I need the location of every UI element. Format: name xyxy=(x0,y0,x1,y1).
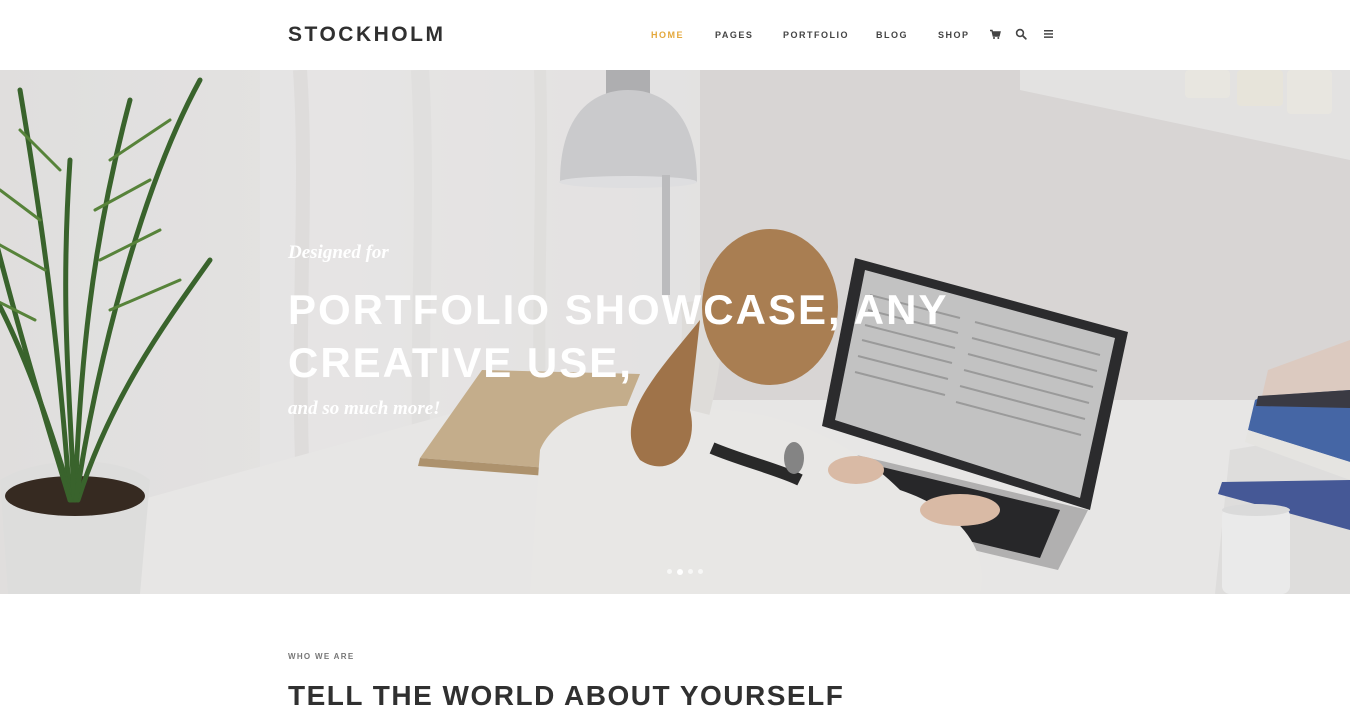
hero-subtitle: and so much more! xyxy=(288,398,441,419)
slider-dot[interactable] xyxy=(698,569,703,574)
nav-blog[interactable]: BLOG xyxy=(876,30,908,40)
site-logo[interactable]: STOCKHOLM xyxy=(288,23,445,47)
nav-portfolio[interactable]: PORTFOLIO xyxy=(783,30,849,40)
menu-icon[interactable] xyxy=(1043,28,1055,40)
hero-slider: Designed for PORTFOLIO SHOWCASE, ANY CRE… xyxy=(0,70,1350,594)
slider-dot[interactable] xyxy=(667,569,672,574)
slider-pagination xyxy=(667,569,708,575)
cart-icon[interactable] xyxy=(989,28,1001,40)
section-title: TELL THE WORLD ABOUT YOURSELF xyxy=(288,680,845,711)
slider-dot[interactable] xyxy=(688,569,693,574)
section-eyebrow: WHO WE ARE xyxy=(288,652,355,661)
nav-pages[interactable]: PAGES xyxy=(715,30,753,40)
nav-shop[interactable]: SHOP xyxy=(938,30,970,40)
search-icon[interactable] xyxy=(1015,28,1027,40)
site-header: STOCKHOLM HOME PAGES PORTFOLIO BLOG SHOP xyxy=(0,0,1350,70)
hero-title: PORTFOLIO SHOWCASE, ANY CREATIVE USE, xyxy=(288,286,948,386)
hero-kicker: Designed for xyxy=(288,242,389,263)
nav-home[interactable]: HOME xyxy=(651,30,684,40)
slider-dot-active[interactable] xyxy=(677,569,683,575)
